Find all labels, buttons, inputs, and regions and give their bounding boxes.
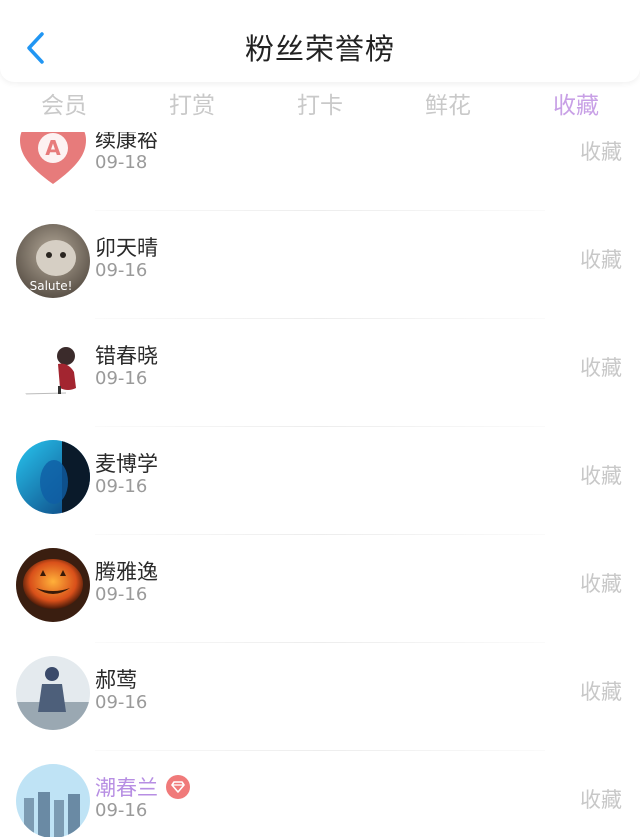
user-name: 麦博学 xyxy=(95,452,158,476)
action-label: 收藏 xyxy=(580,248,622,272)
user-name: 卯天晴 xyxy=(95,236,158,260)
row-divider xyxy=(95,426,545,427)
favorite-date: 09-16 xyxy=(95,476,148,497)
list-item[interactable]: 麦博学 09-16 收藏 xyxy=(0,426,640,534)
vip-badge xyxy=(166,775,190,799)
favorite-date: 09-18 xyxy=(95,152,148,173)
avatar: Salute! xyxy=(16,224,90,298)
user-name: 潮春兰 xyxy=(95,776,158,800)
user-name: 续康裕 xyxy=(95,132,158,152)
list-item[interactable]: Salute! 卯天晴 09-16 收藏 xyxy=(0,210,640,318)
list-item[interactable]: 郝莺 09-16 收藏 xyxy=(0,642,640,750)
favorite-date: 09-16 xyxy=(95,368,148,389)
user-name: 错春晓 xyxy=(95,344,158,368)
action-label: 收藏 xyxy=(580,356,622,380)
avatar xyxy=(16,764,90,837)
avatar: A xyxy=(16,132,90,190)
tab-members[interactable]: 会员 xyxy=(0,82,128,132)
row-divider xyxy=(95,642,545,643)
list-item[interactable]: 错春晓 09-16 收藏 xyxy=(0,318,640,426)
tab-flowers[interactable]: 鲜花 xyxy=(384,82,512,132)
favorite-date: 09-16 xyxy=(95,584,148,605)
page-title: 粉丝荣誉榜 xyxy=(244,32,395,66)
svg-text:A: A xyxy=(45,136,61,160)
fan-list: A 续康裕 09-18 收藏 Salute! 卯天晴 09-16 收藏 错春晓 … xyxy=(0,132,640,837)
action-label: 收藏 xyxy=(580,464,622,488)
avatar xyxy=(16,656,90,730)
tab-bar: 会员 打赏 打卡 鲜花 收藏 xyxy=(0,82,640,132)
user-name: 腾雅逸 xyxy=(95,560,158,584)
diamond-icon xyxy=(171,781,185,793)
row-divider xyxy=(95,210,545,211)
user-name-row: 潮春兰 xyxy=(95,772,190,802)
favorite-date: 09-16 xyxy=(95,692,148,713)
list-item[interactable]: 潮春兰 09-16 收藏 xyxy=(0,750,640,837)
action-label: 收藏 xyxy=(580,788,622,812)
tab-favorites[interactable]: 收藏 xyxy=(512,82,640,132)
user-name: 郝莺 xyxy=(95,668,137,692)
list-item[interactable]: A 续康裕 09-18 收藏 xyxy=(0,132,640,210)
tab-tips[interactable]: 打赏 xyxy=(128,82,256,132)
row-divider xyxy=(95,534,545,535)
row-divider xyxy=(95,750,545,751)
action-label: 收藏 xyxy=(580,572,622,596)
avatar xyxy=(16,440,90,514)
avatar xyxy=(16,332,90,406)
list-item[interactable]: 腾雅逸 09-16 收藏 xyxy=(0,534,640,642)
row-divider xyxy=(95,318,545,319)
avatar xyxy=(16,548,90,622)
tab-checkin[interactable]: 打卡 xyxy=(256,82,384,132)
action-label: 收藏 xyxy=(580,680,622,704)
action-label: 收藏 xyxy=(580,140,622,164)
header-bar: 粉丝荣誉榜 xyxy=(0,0,640,82)
favorite-date: 09-16 xyxy=(95,800,148,821)
favorite-date: 09-16 xyxy=(95,260,148,281)
avatar-caption: Salute! xyxy=(30,279,73,293)
